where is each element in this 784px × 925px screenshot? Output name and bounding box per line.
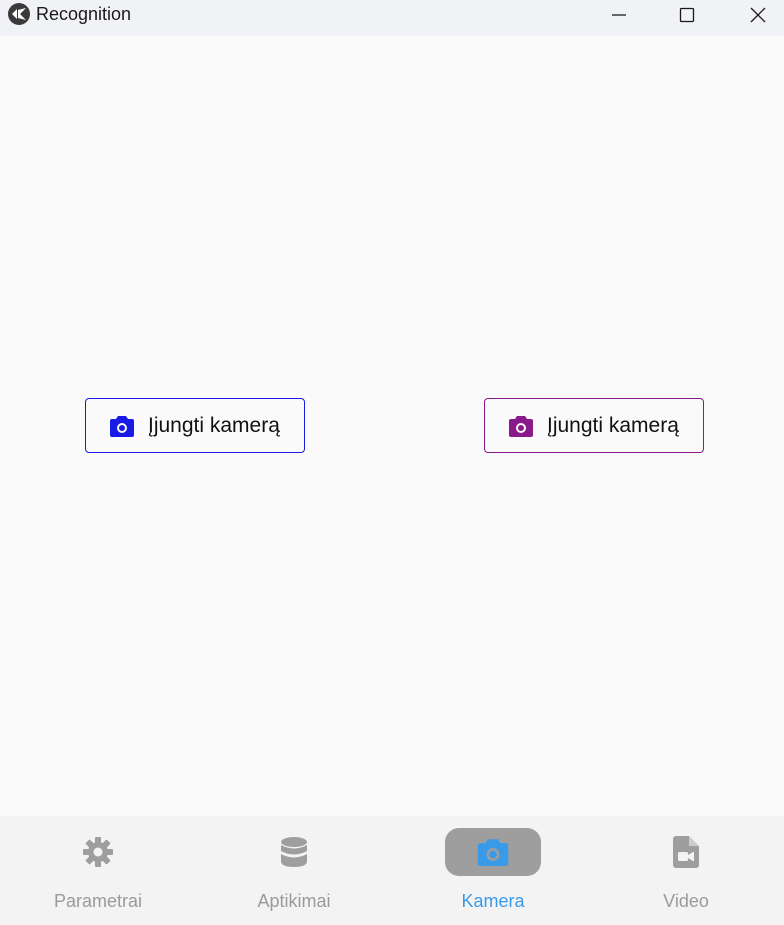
gear-icon: [83, 837, 113, 867]
camera-icon: [509, 416, 533, 437]
kivy-logo-icon: [8, 3, 30, 25]
minimize-icon: [612, 14, 626, 16]
minimize-button[interactable]: [584, 0, 654, 30]
nav-icon-container-active: [445, 828, 541, 876]
title-bar: Recognition: [0, 0, 784, 36]
maximize-button[interactable]: [652, 0, 722, 30]
enable-camera-label: Įjungti kamerą: [148, 414, 280, 437]
maximize-icon: [679, 7, 695, 23]
nav-icon-container: [638, 828, 734, 876]
nav-item-aptikimai[interactable]: Aptikimai: [196, 816, 392, 925]
database-icon: [281, 837, 307, 867]
nav-label: Video: [663, 891, 709, 911]
camera-screen: Įjungti kamerą Įjungti kamerą: [0, 36, 784, 816]
nav-item-kamera[interactable]: Kamera: [395, 816, 591, 925]
camera-icon: [110, 416, 134, 437]
camera-icon: [477, 839, 509, 866]
window-title: Recognition: [36, 4, 132, 24]
nav-item-parametrai[interactable]: Parametrai: [0, 816, 196, 925]
video-file-icon: [673, 836, 699, 868]
nav-label: Aptikimai: [257, 891, 331, 911]
enable-camera-button-2[interactable]: Įjungti kamerą: [484, 398, 704, 453]
nav-icon-container: [246, 828, 342, 876]
enable-camera-label: Įjungti kamerą: [547, 414, 679, 437]
nav-item-video[interactable]: Video: [588, 816, 784, 925]
nav-icon-container: [50, 828, 146, 876]
close-button[interactable]: [723, 0, 784, 30]
close-icon: [750, 7, 766, 23]
nav-label: Kamera: [461, 891, 525, 911]
nav-label: Parametrai: [53, 891, 143, 911]
bottom-navigation: Parametrai Aptikimai Kamera Video: [0, 816, 784, 925]
enable-camera-button-1[interactable]: Įjungti kamerą: [85, 398, 305, 453]
